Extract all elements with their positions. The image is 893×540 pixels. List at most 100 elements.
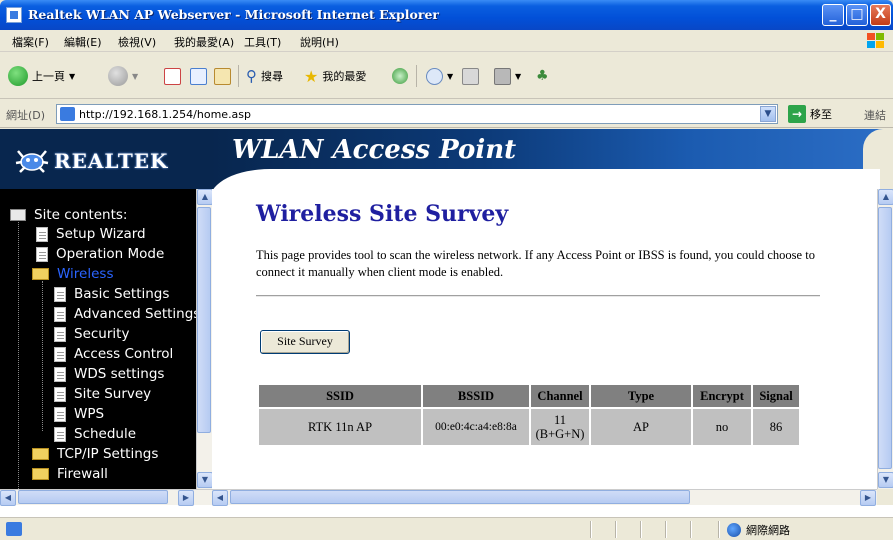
scroll-down-icon[interactable]: ▼ — [197, 472, 212, 488]
scroll-up-icon[interactable]: ▲ — [878, 189, 893, 205]
nav-item-schedule[interactable]: Schedule — [54, 426, 136, 442]
main-horizontal-scrollbar[interactable]: ◀ ▶ — [212, 489, 877, 506]
minimize-button[interactable]: _ — [822, 4, 844, 26]
messenger-button[interactable]: ♣ — [536, 65, 549, 87]
go-button[interactable]: → 移至 — [788, 105, 832, 123]
dropdown-arrow-icon: ▼ — [447, 71, 454, 81]
edit-button[interactable]: ▼ — [494, 65, 521, 87]
favorites-button[interactable]: ★ 我的最愛 — [304, 65, 366, 87]
nav-item-basic-settings[interactable]: Basic Settings — [54, 286, 169, 302]
stop-button[interactable] — [164, 65, 181, 87]
status-divider — [718, 521, 719, 538]
cell-bssid: 00:e0:4c:a4:e8:8a — [423, 409, 529, 445]
address-input[interactable]: http://192.168.1.254/home.asp ▼ — [56, 104, 778, 124]
nav-item-site-survey[interactable]: Site Survey — [54, 386, 151, 402]
forward-button[interactable]: ▼ — [108, 65, 138, 87]
tree-line — [42, 281, 43, 431]
go-arrow-icon: → — [788, 105, 806, 123]
media-icon — [392, 68, 408, 84]
nav-item-label: Site Survey — [74, 386, 152, 402]
menu-favorites[interactable]: 我的最愛(A) — [174, 34, 234, 50]
scroll-down-icon[interactable]: ▼ — [878, 472, 893, 488]
nav-item-security[interactable]: Security — [54, 326, 129, 342]
channel-mode: (B+G+N) — [535, 427, 585, 441]
refresh-icon — [190, 67, 207, 85]
scroll-right-icon[interactable]: ▶ — [178, 490, 194, 506]
nav-item-advanced-settings[interactable]: Advanced Settings — [54, 306, 200, 322]
nav-frame: Site contents: Setup Wizard Operation Mo… — [0, 189, 212, 489]
favorites-label: 我的最愛 — [322, 70, 367, 83]
scroll-left-icon[interactable]: ◀ — [212, 490, 228, 506]
nav-item-tcpip-settings[interactable]: TCP/IP Settings — [32, 446, 158, 462]
home-icon — [214, 67, 231, 85]
address-bar: 網址(D) http://192.168.1.254/home.asp ▼ → … — [0, 100, 893, 128]
nav-item-label: WDS settings — [74, 366, 165, 382]
folder-open-icon — [32, 268, 49, 280]
document-icon — [54, 406, 66, 422]
menu-view[interactable]: 檢視(V) — [118, 34, 156, 50]
scroll-up-icon[interactable]: ▲ — [197, 189, 212, 205]
search-button[interactable]: ⚲ 搜尋 — [246, 65, 283, 87]
main-frame: Wireless Site Survey This page provides … — [212, 189, 877, 489]
folder-icon — [32, 468, 49, 480]
column-header-ssid: SSID — [259, 385, 421, 407]
nav-root: Site contents: — [10, 207, 127, 223]
nav-item-label: Schedule — [74, 426, 137, 442]
page-title: Wireless Site Survey — [256, 201, 509, 227]
nav-item-wireless[interactable]: Wireless — [32, 266, 114, 282]
cell-encrypt: no — [693, 409, 751, 445]
main-vertical-scrollbar[interactable]: ▲ ▼ — [877, 189, 893, 489]
close-button[interactable]: X — [870, 4, 891, 26]
address-url: http://192.168.1.254/home.asp — [79, 108, 252, 121]
maximize-button[interactable]: □ — [846, 4, 868, 26]
print-icon — [462, 67, 479, 85]
folder-icon — [32, 448, 49, 460]
nav-item-wps[interactable]: WPS — [54, 406, 104, 422]
table-row: RTK 11n AP 00:e0:4c:a4:e8:8a 11 (B+G+N) … — [259, 409, 799, 445]
media-button[interactable] — [392, 65, 408, 87]
menu-help[interactable]: 說明(H) — [300, 34, 339, 50]
realtek-logo: REALTEK — [12, 139, 180, 183]
menu-edit[interactable]: 編輯(E) — [64, 34, 102, 50]
scroll-thumb[interactable] — [878, 207, 892, 469]
menu-tools[interactable]: 工具(T) — [244, 34, 281, 50]
scroll-thumb[interactable] — [18, 490, 168, 504]
site-survey-table: SSID BSSID Channel Type Encrypt Signal R… — [257, 383, 801, 447]
scroll-left-icon[interactable]: ◀ — [0, 490, 16, 506]
dropdown-arrow-icon: ▼ — [69, 71, 76, 81]
nav-item-label: Access Control — [74, 346, 174, 362]
mail-button[interactable] — [462, 65, 479, 87]
zone-label: 網際網路 — [746, 524, 790, 537]
nav-item-label: Operation Mode — [56, 246, 165, 262]
back-button[interactable]: 上一頁 ▼ — [8, 65, 75, 87]
status-divider — [590, 521, 591, 538]
cell-type: AP — [591, 409, 691, 445]
forward-arrow-icon — [108, 66, 128, 86]
chevron-down-icon[interactable]: ▼ — [760, 106, 776, 122]
document-icon — [36, 246, 48, 262]
nav-vertical-scrollbar[interactable]: ▲ ▼ — [196, 189, 212, 489]
browser-window: Realtek WLAN AP Webserver - Microsoft In… — [0, 0, 893, 540]
address-label: 網址(D) — [6, 109, 46, 122]
nav-item-wds-settings[interactable]: WDS settings — [54, 366, 164, 382]
header-banner: REALTEK WLAN Access Point — [0, 129, 893, 229]
site-survey-button[interactable]: Site Survey — [260, 330, 350, 354]
scroll-thumb[interactable] — [230, 490, 690, 504]
column-header-encrypt: Encrypt — [693, 385, 751, 407]
home-button[interactable] — [214, 65, 231, 87]
page-loaded-icon — [6, 522, 22, 536]
nav-item-access-control[interactable]: Access Control — [54, 346, 173, 362]
history-button[interactable]: ▼ — [426, 65, 453, 87]
nav-item-setup-wizard[interactable]: Setup Wizard — [36, 226, 146, 242]
links-label[interactable]: 連結 — [864, 107, 886, 123]
nav-horizontal-scrollbar[interactable]: ◀ ▶ — [0, 489, 212, 506]
scroll-right-icon[interactable]: ▶ — [860, 490, 876, 506]
dropdown-arrow-icon: ▼ — [132, 71, 139, 81]
nav-item-operation-mode[interactable]: Operation Mode — [36, 246, 164, 262]
menu-file[interactable]: 檔案(F) — [12, 34, 49, 50]
cell-channel: 11 (B+G+N) — [531, 409, 589, 445]
nav-item-firewall[interactable]: Firewall — [32, 466, 108, 482]
scroll-thumb[interactable] — [197, 207, 211, 433]
refresh-button[interactable] — [190, 65, 207, 87]
document-icon — [54, 386, 66, 402]
